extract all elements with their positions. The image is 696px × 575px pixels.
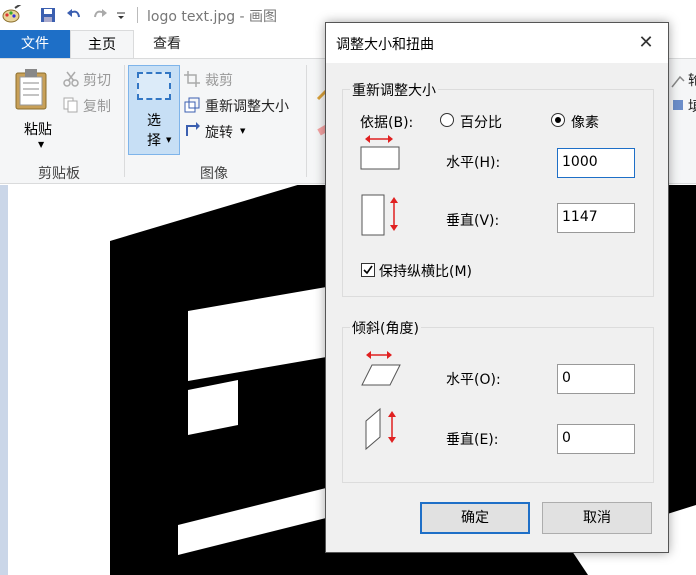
undo-icon[interactable] xyxy=(66,5,82,25)
vertical-size-input[interactable]: 1147 xyxy=(557,203,635,233)
tab-file[interactable]: 文件 xyxy=(0,30,70,58)
skew-horizontal-input[interactable]: 0 xyxy=(557,364,635,394)
copy-icon xyxy=(63,97,78,113)
skew-horizontal-icon xyxy=(361,351,401,386)
skew-vertical-input[interactable]: 0 xyxy=(557,424,635,454)
redo-icon[interactable] xyxy=(92,5,108,25)
select-label-2: 择 xyxy=(147,133,161,149)
rotate-button[interactable]: 旋转 xyxy=(205,122,233,142)
select-rect-icon xyxy=(137,72,171,100)
save-icon[interactable] xyxy=(40,5,56,25)
select-dropdown-icon[interactable]: ▼ xyxy=(166,136,171,144)
clipboard-group-label: 剪贴板 xyxy=(38,166,80,182)
window-title: logo text.jpg - 画图 xyxy=(147,9,278,25)
percent-label[interactable]: 百分比 xyxy=(460,112,502,132)
horizontal-size-input[interactable]: 1000 xyxy=(557,148,635,178)
cut-button[interactable]: 剪切 xyxy=(83,70,111,90)
dialog-title: 调整大小和扭曲 xyxy=(336,37,434,53)
resize-icon xyxy=(184,97,200,113)
select-label-1: 选 xyxy=(147,113,161,129)
vertical-label: 垂直(V): xyxy=(446,213,500,229)
skew-group-label: 倾斜(角度) xyxy=(350,318,421,338)
keep-ratio-checkbox[interactable] xyxy=(361,263,375,277)
customize-toolbar-icon[interactable] xyxy=(116,5,126,25)
scissors-icon xyxy=(63,71,79,87)
resize-skew-dialog: 调整大小和扭曲 ✕ 重新调整大小 依据(B): 百分比 像素 水平(H): 10… xyxy=(325,22,669,553)
skew-vertical-icon xyxy=(365,407,396,451)
resize-horizontal-icon xyxy=(360,135,400,170)
skew-horizontal-label: 水平(O): xyxy=(446,372,501,388)
copy-button[interactable]: 复制 xyxy=(83,96,111,116)
rotate-dropdown-icon[interactable]: ▼ xyxy=(240,127,245,135)
outline-icon xyxy=(671,75,685,88)
by-label: 依据(B): xyxy=(360,115,414,131)
checkmark-icon xyxy=(363,265,373,275)
dialog-title-bar: 调整大小和扭曲 ✕ xyxy=(326,23,668,63)
crop-button[interactable]: 裁剪 xyxy=(205,70,233,90)
ok-button[interactable]: 确定 xyxy=(420,502,530,534)
title-separator xyxy=(137,7,138,23)
paste-button[interactable]: 粘贴 ▼ xyxy=(8,65,58,151)
crop-icon xyxy=(184,71,200,87)
paste-label: 粘贴 xyxy=(24,122,52,138)
resize-group-label: 重新调整大小 xyxy=(350,80,438,100)
ribbon-separator-2 xyxy=(306,65,307,177)
outline-button[interactable]: 轮 xyxy=(688,70,696,90)
cancel-button[interactable]: 取消 xyxy=(542,502,652,534)
resize-vertical-icon xyxy=(361,194,398,236)
pixels-radio[interactable] xyxy=(551,113,565,127)
fill-icon xyxy=(673,100,683,110)
fill-button[interactable]: 填 xyxy=(688,96,696,116)
select-button[interactable]: 选 择 ▼ xyxy=(128,65,180,155)
skew-vertical-label: 垂直(E): xyxy=(446,432,499,448)
close-icon[interactable]: ✕ xyxy=(632,29,660,57)
tab-view[interactable]: 查看 xyxy=(134,30,200,58)
paste-dropdown-icon[interactable]: ▼ xyxy=(38,140,44,149)
horizontal-label: 水平(H): xyxy=(446,155,501,171)
clipboard-icon xyxy=(15,69,47,110)
paint-app-icon[interactable] xyxy=(2,5,22,25)
rotate-icon xyxy=(186,122,200,136)
resize-button[interactable]: 重新调整大小 xyxy=(205,96,289,116)
ribbon-separator xyxy=(124,65,125,177)
keep-ratio-label[interactable]: 保持纵横比(M) xyxy=(379,261,472,281)
image-group-label: 图像 xyxy=(200,166,228,182)
percent-radio[interactable] xyxy=(440,113,454,127)
pixels-label[interactable]: 像素 xyxy=(571,112,599,132)
tab-home[interactable]: 主页 xyxy=(70,30,134,58)
